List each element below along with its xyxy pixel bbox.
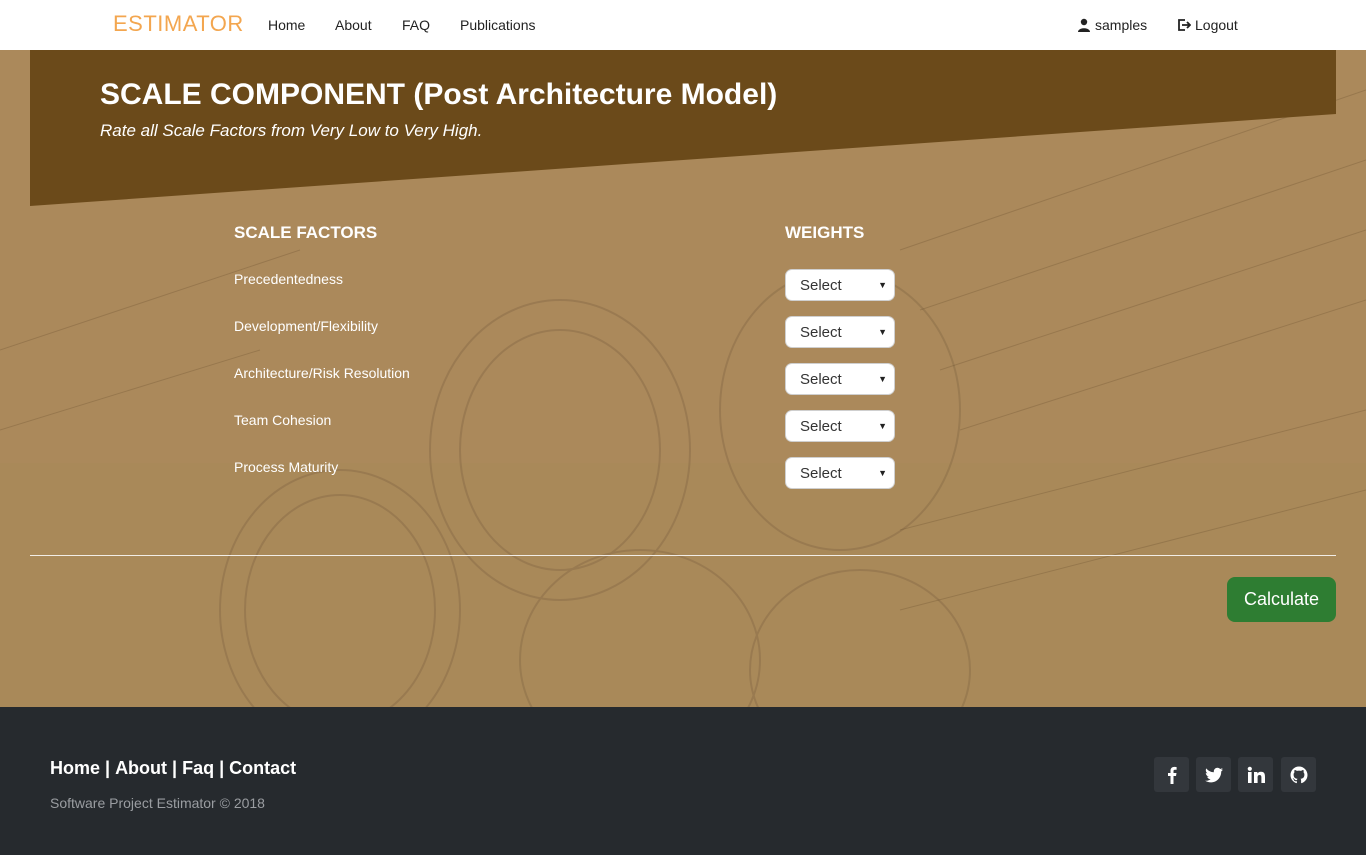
nav-home[interactable]: Home [268, 17, 305, 33]
dropdown-caret-icon: ▼ [878, 374, 887, 384]
factor-label-architecture-risk-resolution: Architecture/Risk Resolution [234, 365, 410, 381]
page-footer: Home | About | Faq | Contact Software Pr… [0, 707, 1366, 855]
page-title: SCALE COMPONENT (Post Architecture Model… [100, 78, 778, 111]
footer-separator: | [105, 758, 111, 778]
nav-about[interactable]: About [335, 17, 372, 33]
footer-separator: | [172, 758, 178, 778]
dropdown-caret-icon: ▼ [878, 468, 887, 478]
twitter-icon [1204, 767, 1223, 782]
linkedin-icon [1247, 766, 1265, 783]
weight-select-process-maturity[interactable]: Select ▼ [785, 457, 895, 489]
calculate-button[interactable]: Calculate [1227, 577, 1336, 622]
page-subtitle: Rate all Scale Factors from Very Low to … [100, 121, 483, 140]
dropdown-caret-icon: ▼ [878, 327, 887, 337]
nav-faq[interactable]: FAQ [402, 17, 430, 33]
weight-select-development-flexibility[interactable]: Select ▼ [785, 316, 895, 348]
user-menu[interactable]: samples [1077, 17, 1147, 33]
factor-label-team-cohesion: Team Cohesion [234, 412, 332, 428]
user-icon [1078, 18, 1090, 32]
github-icon [1290, 766, 1307, 783]
github-link[interactable] [1281, 757, 1316, 792]
top-navbar: ESTIMATOR Home About FAQ Publications sa… [0, 0, 1366, 50]
weight-select-architecture-risk-resolution[interactable]: Select ▼ [785, 363, 895, 395]
hero-section: SCALE COMPONENT (Post Architecture Model… [0, 50, 1366, 707]
footer-link-home[interactable]: Home [50, 758, 100, 779]
weight-select-precedentedness[interactable]: Select ▼ [785, 269, 895, 301]
footer-link-about[interactable]: About [115, 758, 167, 779]
twitter-link[interactable] [1196, 757, 1231, 792]
facebook-icon [1167, 766, 1177, 784]
brand-logo[interactable]: ESTIMATOR [113, 11, 244, 37]
factor-label-development-flexibility: Development/Flexibility [234, 318, 378, 334]
footer-separator: | [219, 758, 225, 778]
weights-heading: WEIGHTS [785, 223, 865, 242]
user-name: samples [1095, 17, 1148, 33]
logout-link[interactable]: Logout [1177, 17, 1238, 33]
nav-publications[interactable]: Publications [460, 17, 536, 33]
logout-label: Logout [1195, 17, 1238, 33]
section-divider [30, 555, 1336, 556]
weight-select-team-cohesion[interactable]: Select ▼ [785, 410, 895, 442]
dropdown-caret-icon: ▼ [878, 280, 887, 290]
scale-factors-heading: SCALE FACTORS [234, 223, 378, 242]
dropdown-caret-icon: ▼ [878, 421, 887, 431]
factor-label-precedentedness: Precedentedness [234, 271, 343, 287]
facebook-link[interactable] [1154, 757, 1189, 792]
logout-icon [1178, 19, 1191, 31]
footer-link-faq[interactable]: Faq [182, 758, 214, 779]
factor-label-process-maturity: Process Maturity [234, 459, 339, 475]
copyright-text: Software Project Estimator © 2018 [50, 795, 265, 811]
footer-link-contact[interactable]: Contact [229, 758, 296, 779]
footer-links: Home | About | Faq | Contact [50, 758, 296, 779]
linkedin-link[interactable] [1238, 757, 1273, 792]
